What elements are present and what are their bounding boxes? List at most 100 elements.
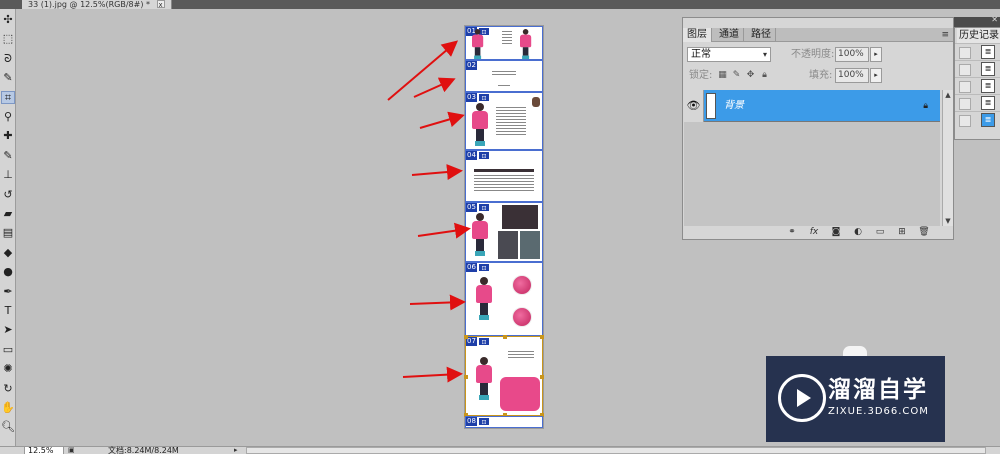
blend-mode-select[interactable]: 正常 ▾ <box>687 47 771 62</box>
slice-06[interactable]: 06 ⊡ <box>465 262 543 336</box>
type-tool-icon[interactable]: T <box>1 304 15 317</box>
history-state[interactable]: ≣ <box>955 60 1000 77</box>
chevron-down-icon: ▾ <box>762 50 767 59</box>
panel-menu-icon[interactable]: ≡ <box>941 28 949 42</box>
history-state-icon: ≣ <box>981 62 995 76</box>
scroll-up-icon[interactable]: ▲ <box>943 90 953 100</box>
hand-tool-icon[interactable]: ✋ <box>1 401 15 414</box>
lasso-tool-icon[interactable]: ᘐ <box>1 52 15 65</box>
slice-08[interactable]: 08 ⊡ <box>465 416 543 428</box>
tools-panel: ✣ ⬚ ᘐ ✎ ⌗ ⚲ ✚ ✎ ⊥ ↺ ▰ ▤ ◆ ● ✒ T ➤ ▭ ✺ ↻ ✋ 🔍︎ <box>0 9 16 446</box>
eyedropper-tool-icon[interactable]: ⚲ <box>1 110 15 123</box>
layer-thumbnail <box>706 93 716 119</box>
new-group-icon[interactable]: ▭ <box>873 226 887 238</box>
history-panel: 历史记录 ≣ ≣ ≣ ≣ ≣ <box>954 27 1000 140</box>
tab-history[interactable]: 历史记录 <box>957 28 1000 43</box>
layer-mask-icon[interactable]: ◙ <box>829 226 843 238</box>
history-state[interactable]: ≣ <box>955 43 1000 60</box>
pen-tool-icon[interactable]: ✒ <box>1 285 15 298</box>
transform-handle[interactable] <box>464 375 468 379</box>
clone-stamp-tool-icon[interactable]: ⊥ <box>1 168 15 181</box>
document-canvas[interactable]: 01 ⊡ 02 03 ⊡ 04 ⊡ 05 ⊡ 06 ⊡ 07 ⊡ 08 ⊡ <box>464 26 544 428</box>
text-block <box>492 71 516 77</box>
dodge-tool-icon[interactable]: ● <box>1 265 15 278</box>
shape-tool-icon[interactable]: ▭ <box>1 343 15 356</box>
lock-transparent-pixels-icon[interactable]: ▦ <box>717 70 728 81</box>
slice-number: 05 <box>466 203 477 212</box>
document-tab[interactable]: 33 (1).jpg @ 12.5%(RGB/8#) * x <box>22 0 172 9</box>
red-arrow <box>402 366 463 383</box>
zoom-field[interactable]: 12.5% <box>24 446 64 454</box>
crop-tool-icon[interactable]: ⌗ <box>1 90 15 104</box>
brush-tool-icon[interactable]: ✎ <box>1 149 15 162</box>
blur-tool-icon[interactable]: ◆ <box>1 246 15 259</box>
history-state-icon: ≣ <box>981 45 995 59</box>
move-tool-icon[interactable]: ✣ <box>1 13 15 26</box>
slice-05[interactable]: 05 ⊡ <box>465 202 543 262</box>
horizontal-scrollbar[interactable] <box>246 447 986 454</box>
lock-all-icon[interactable]: 🔒︎ <box>759 70 770 81</box>
tab-paths[interactable]: 路径 <box>747 28 776 42</box>
layer-row-background[interactable]: 👁︎ 背景 🔒︎ <box>684 90 940 122</box>
transform-handle[interactable] <box>464 335 468 339</box>
eraser-tool-icon[interactable]: ▰ <box>1 207 15 220</box>
product-detail-photo <box>520 231 540 259</box>
path-select-tool-icon[interactable]: ➤ <box>1 323 15 336</box>
slice-02[interactable]: 02 <box>465 60 543 92</box>
marquee-tool-icon[interactable]: ⬚ <box>1 32 15 45</box>
lock-image-pixels-icon[interactable]: ✎ <box>731 70 742 81</box>
healing-brush-tool-icon[interactable]: ✚ <box>1 129 15 142</box>
3d-orbit-tool-icon[interactable]: ↻ <box>1 382 15 395</box>
close-icon[interactable]: ✕ <box>991 15 998 24</box>
layer-list: 👁︎ 背景 🔒︎ <box>684 90 940 226</box>
eye-icon[interactable]: 👁︎ <box>684 90 704 122</box>
slice-03[interactable]: 03 ⊡ <box>465 92 543 150</box>
red-arrow <box>409 294 466 311</box>
slice-badge-icon: ⊡ <box>478 93 490 102</box>
history-snapshot-checkbox[interactable] <box>959 81 971 93</box>
lock-position-icon[interactable]: ✥ <box>745 70 756 81</box>
history-snapshot-checkbox[interactable] <box>959 98 971 110</box>
slice-04[interactable]: 04 ⊡ <box>465 150 543 202</box>
quick-select-tool-icon[interactable]: ✎ <box>1 71 15 84</box>
layers-panel-tabs: 图层 通道 路径 ≡ <box>683 28 953 42</box>
fill-field[interactable]: 100% <box>835 68 869 83</box>
fill-slider-arrow[interactable]: ▸ <box>870 68 882 83</box>
fill-label: 填充: <box>809 70 833 81</box>
history-state-current[interactable]: ≣ <box>955 111 1000 128</box>
3d-rotate-tool-icon[interactable]: ✺ <box>1 362 15 375</box>
history-state[interactable]: ≣ <box>955 77 1000 94</box>
layers-bottom-bar: ⚭ fx ◙ ◐ ▭ ⊞ 🗑︎ <box>683 225 953 239</box>
layer-style-icon[interactable]: fx <box>807 226 821 238</box>
history-snapshot-checkbox[interactable] <box>959 64 971 76</box>
document-tab-strip: 33 (1).jpg @ 12.5%(RGB/8#) * x <box>0 0 1000 9</box>
history-snapshot-checkbox[interactable] <box>959 115 971 127</box>
opacity-field[interactable]: 100% <box>835 47 869 62</box>
tab-channels[interactable]: 通道 <box>715 28 744 42</box>
lock-icon: 🔒︎ <box>923 101 928 111</box>
transform-handle[interactable] <box>540 375 544 379</box>
transform-handle[interactable] <box>540 335 544 339</box>
adjustment-layer-icon[interactable]: ◐ <box>851 226 865 238</box>
new-layer-icon[interactable]: ⊞ <box>895 226 909 238</box>
history-dock-bar[interactable]: ✕ <box>954 15 1000 27</box>
watermark-title: 溜溜自学 <box>828 377 928 403</box>
tab-layers[interactable]: 图层 <box>683 28 712 42</box>
history-brush-tool-icon[interactable]: ↺ <box>1 188 15 201</box>
transform-handle[interactable] <box>503 335 507 339</box>
zoom-tool-icon[interactable]: 🔍︎ <box>1 420 15 433</box>
layer-list-scrollbar[interactable]: ▲ ▼ <box>942 90 953 226</box>
status-menu-arrow[interactable]: ▸ <box>234 446 238 454</box>
close-icon[interactable]: x <box>156 0 165 9</box>
history-snapshot-checkbox[interactable] <box>959 47 971 59</box>
opacity-slider-arrow[interactable]: ▸ <box>870 47 882 62</box>
delete-layer-icon[interactable]: 🗑︎ <box>917 226 931 238</box>
slice-07[interactable]: 07 ⊡ <box>464 335 544 417</box>
history-state[interactable]: ≣ <box>955 94 1000 111</box>
size-table <box>474 175 534 193</box>
slice-01[interactable]: 01 ⊡ <box>465 26 543 60</box>
gradient-tool-icon[interactable]: ▤ <box>1 226 15 239</box>
layer-name: 背景 <box>724 100 744 111</box>
link-layers-icon[interactable]: ⚭ <box>785 226 799 238</box>
lock-label: 锁定: <box>689 70 713 81</box>
